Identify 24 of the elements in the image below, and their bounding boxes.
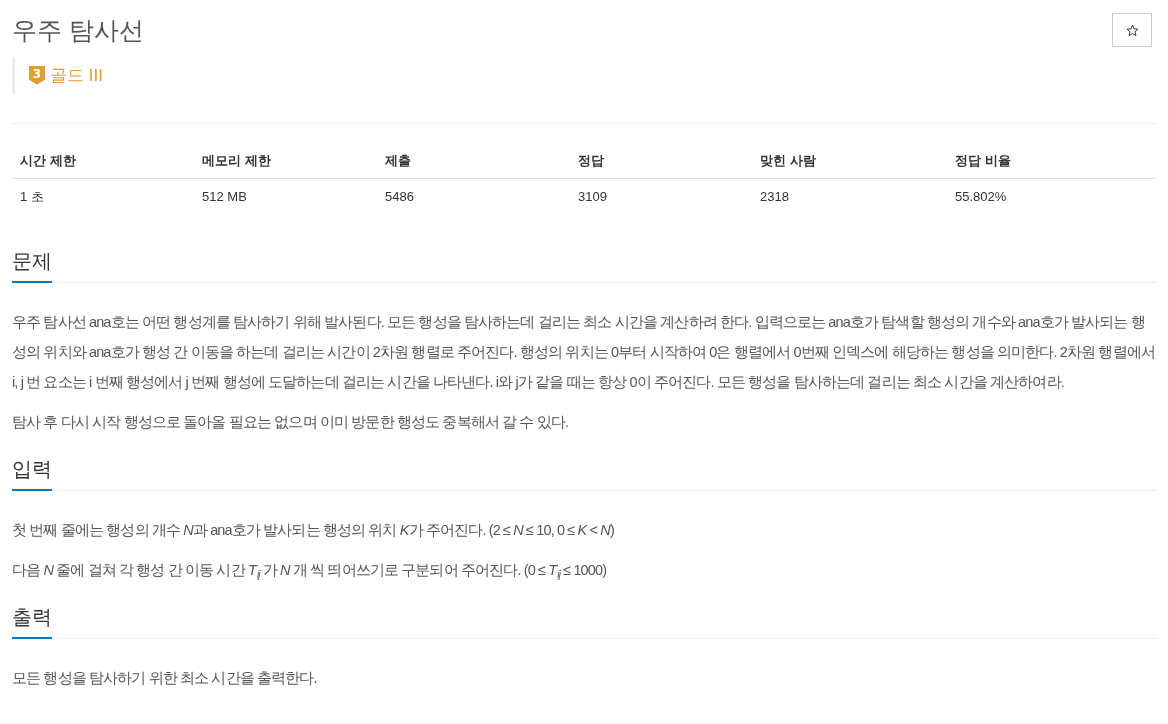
column-header: 제출: [384, 151, 412, 170]
table-cell-text: 512 MB: [201, 188, 248, 207]
tier-label[interactable]: 골드 III: [50, 62, 103, 89]
section-heading: 문제: [12, 246, 52, 283]
section-heading: 출력: [12, 602, 52, 639]
column-header: 시간 제한: [19, 151, 77, 170]
paragraph: 다음 N 줄에 걸쳐 각 행성 간 이동 시간 T$_{ij}$ 가 N 개 씩 띄어쓰기로 구분되어 주어진다. (0 ≤ T$_{ij}$ ≤ 1000): [12, 561, 608, 582]
table-cell-text: 2318: [759, 188, 790, 207]
paragraph: 모든 행성을 탐사하기 위한 최소 시간을 출력한다.: [12, 669, 318, 688]
column-header: 정답 비율: [954, 151, 1012, 170]
paragraph: 탐사 후 다시 시작 행성으로 돌아올 필요는 없으며 이미 방문한 행성도 중복해서 갈 수 있다.: [12, 413, 570, 432]
table-cell-text: 3109: [577, 188, 608, 207]
table-cell-text: 1 초: [19, 188, 45, 207]
table-cell-text: 5486: [384, 188, 415, 207]
problem-title: 우주 탐사선: [12, 15, 144, 46]
column-header: 정답: [577, 151, 605, 170]
paragraph: 우주 탐사선 ana호는 어떤 행성계를 탐사하기 위해 발사된다. 모든 행성을 탐사하는데 걸리는 최소 시간을 계산하려 한다. 입력으로는 ana호가 탐색할 행성의 개수와 ana호가 발사되는 행성의 위치와 ana호가 행성 간 이동을 하는데 걸리는 시간이 2차원 행렬로 주어진다. 행성의 위치는 0부터 시작하여 0은 행렬에서 0번째 인덱스에 해당하는 행성을 의미한다. 2차원 행렬에서 i, j 번 요소는 i 번째 행성에서 j 번째 행성에 도달하는데 걸리는 시간을 나타낸다. i와 j가 같을 때는 항상 0이 주어진다. 모든 행성을 탐사하는데 걸리는 최소 시간을 계산하여라.: [12, 313, 1156, 392]
table-cell-text: 55.802%: [954, 188, 1008, 207]
tier-badge-icon: 3: [28, 64, 46, 87]
paragraph: 첫 번째 줄에는 행성의 개수 N과 ana호가 발사되는 행성의 위치 K가 주어진다. (2 ≤ N ≤ 10, 0 ≤ K < N): [12, 521, 615, 540]
column-header: 맞힌 사람: [759, 151, 817, 170]
favorite-button[interactable]: [1112, 13, 1152, 47]
column-header: 메모리 제한: [201, 151, 272, 170]
section-heading: 입력: [12, 454, 52, 491]
